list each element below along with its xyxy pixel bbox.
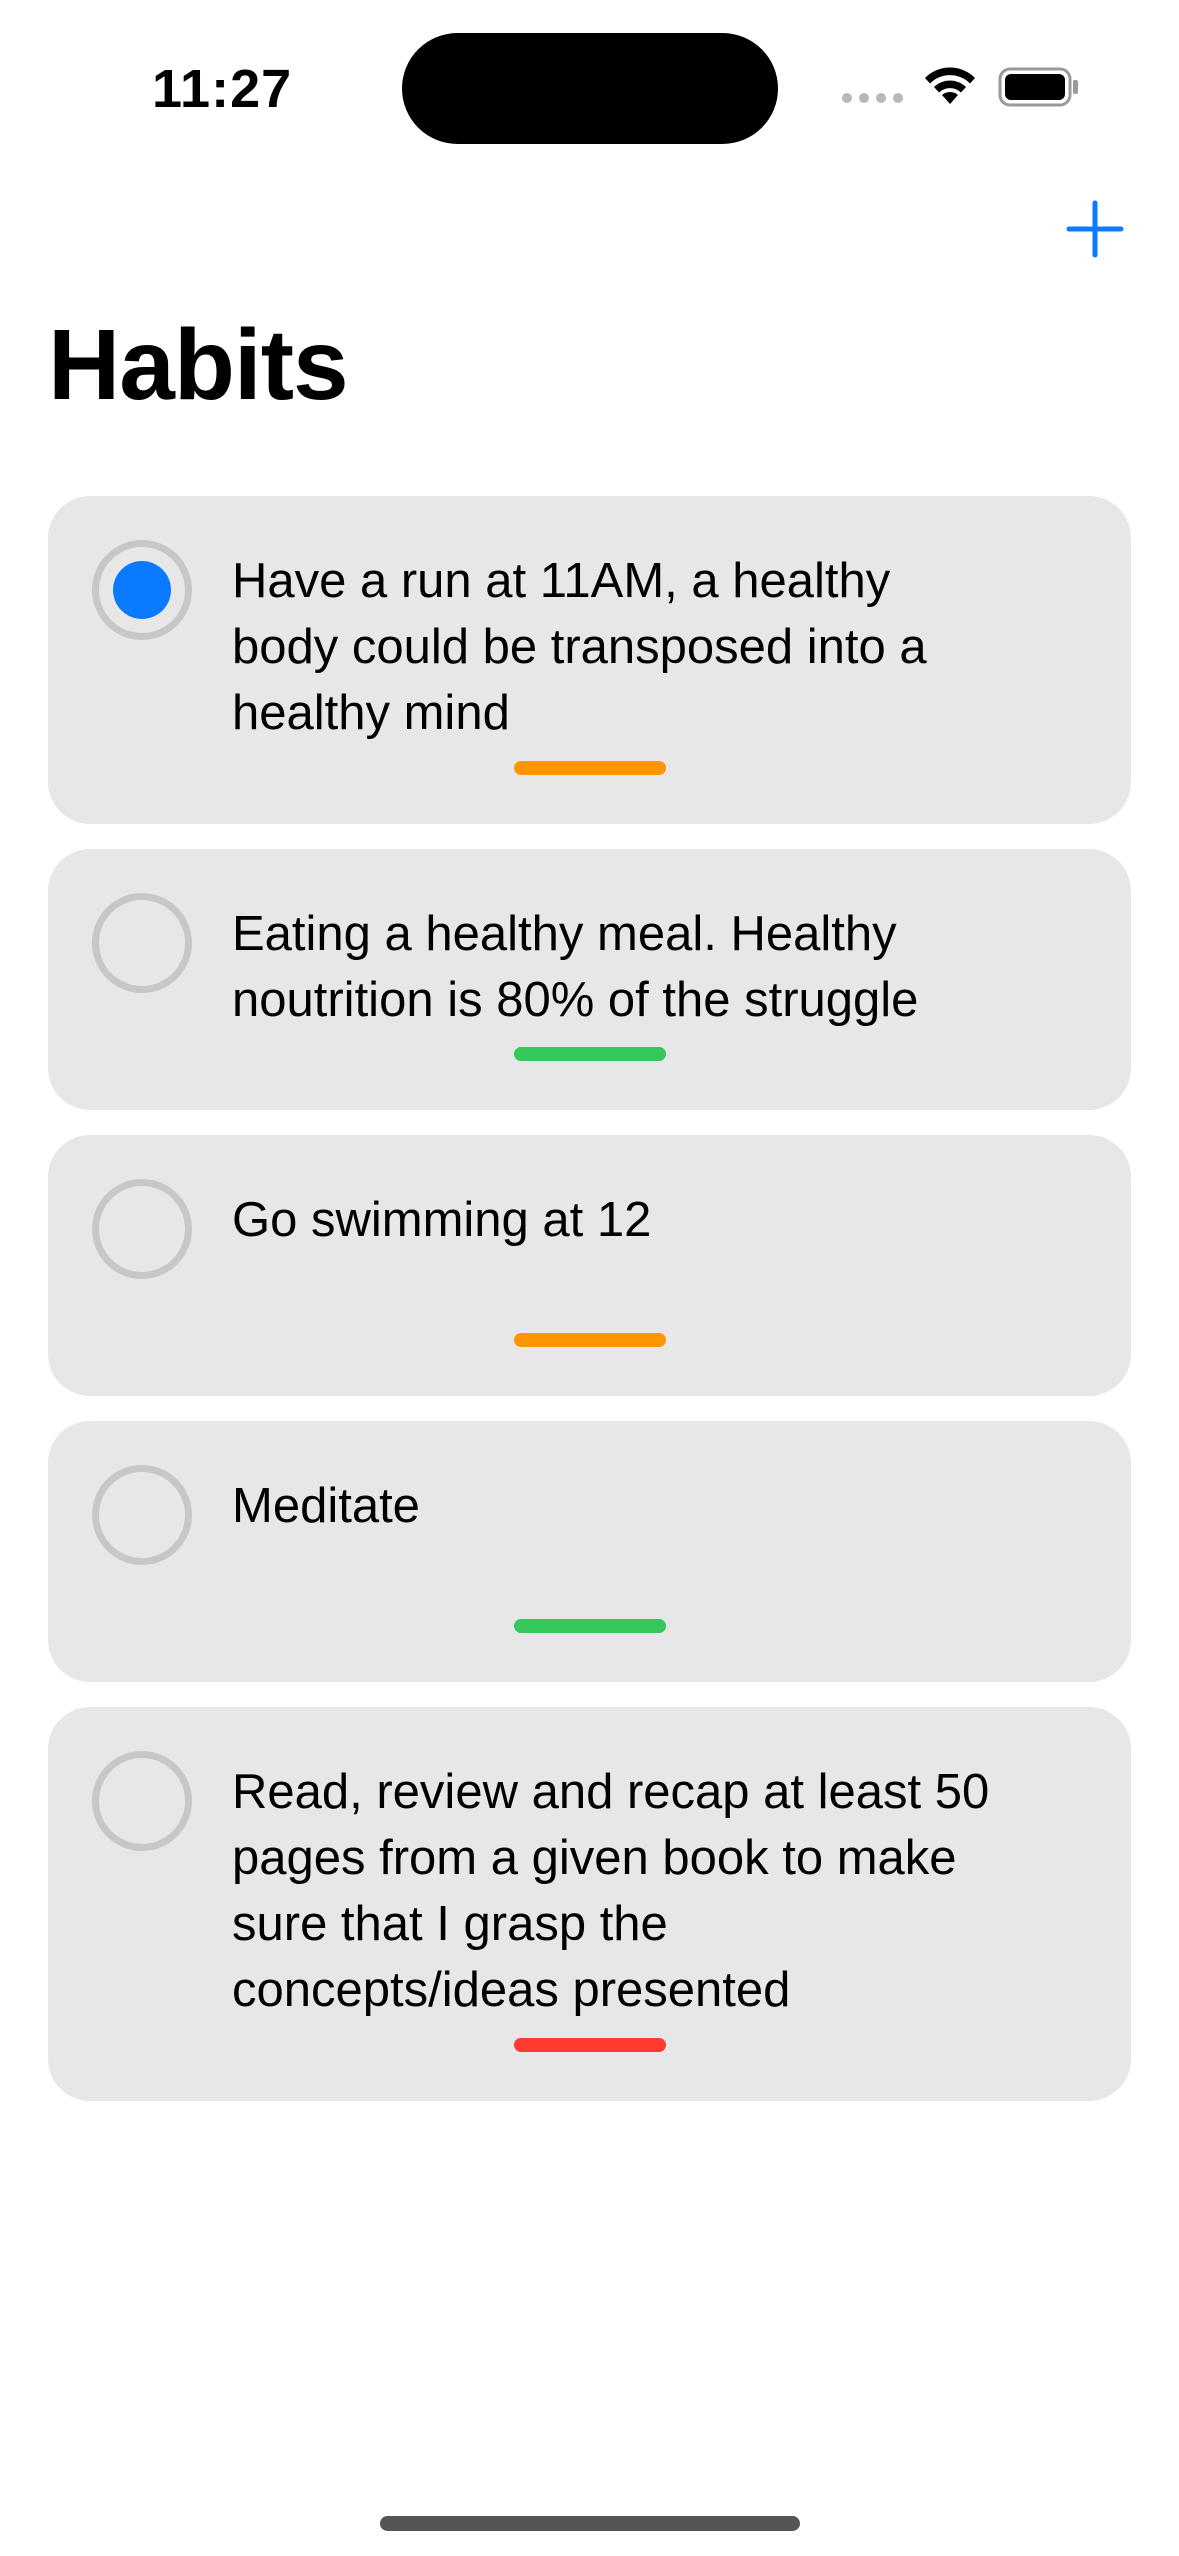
priority-indicator	[514, 1333, 666, 1347]
add-habit-button[interactable]	[1066, 200, 1124, 258]
plus-icon	[1066, 200, 1124, 258]
habit-checkbox[interactable]	[92, 1465, 192, 1565]
priority-indicator	[514, 1619, 666, 1633]
checked-dot-icon	[113, 561, 171, 619]
habit-checkbox[interactable]	[92, 1179, 192, 1279]
wifi-icon	[925, 67, 975, 104]
habit-text: Eating a healthy meal. Healthy noutritio…	[232, 907, 919, 1027]
home-indicator[interactable]	[380, 2516, 800, 2531]
battery-icon	[998, 67, 1078, 107]
priority-indicator	[514, 2038, 666, 2052]
page-title: Habits	[48, 309, 349, 421]
habit-text: Read, review and recap at least 50 pages…	[232, 1765, 990, 2017]
habit-text: Meditate	[232, 1479, 420, 1533]
habit-checkbox-checked[interactable]	[92, 540, 192, 640]
habit-text: Have a run at 11AM, a healthy body could…	[232, 554, 927, 740]
habit-checkbox[interactable]	[92, 893, 192, 993]
habit-text: Go swimming at 12	[232, 1193, 652, 1247]
priority-indicator	[514, 761, 666, 775]
status-time: 11:27	[152, 59, 293, 119]
habit-checkbox[interactable]	[92, 1751, 192, 1851]
dynamic-island	[402, 33, 778, 144]
habit-card[interactable]: Have a run at 11AM, a healthy body could…	[48, 496, 1131, 824]
habit-card[interactable]: Go swimming at 12	[48, 1135, 1131, 1396]
habit-card[interactable]: Eating a healthy meal. Healthy noutritio…	[48, 849, 1131, 1110]
habits-screen: 11:27 Habits Have a run at 11AM, a healt…	[0, 0, 1179, 2556]
habit-card[interactable]: Meditate	[48, 1421, 1131, 1682]
priority-indicator	[514, 1047, 666, 1061]
habit-list: Have a run at 11AM, a healthy body could…	[48, 496, 1131, 2126]
habit-card[interactable]: Read, review and recap at least 50 pages…	[48, 1707, 1131, 2101]
cellular-signal-icon	[842, 93, 903, 103]
